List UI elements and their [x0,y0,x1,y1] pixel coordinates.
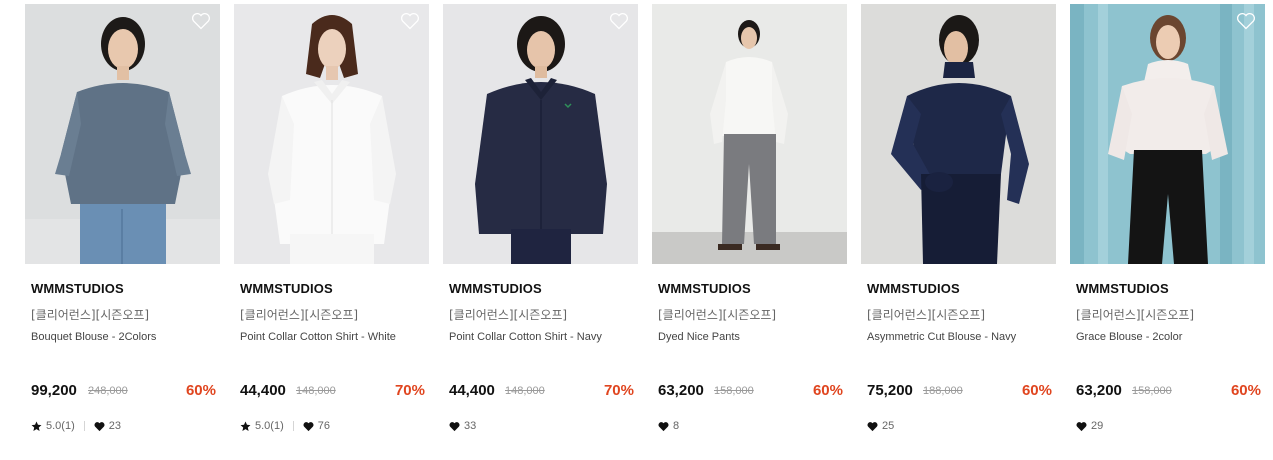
sale-price: 63,200 [658,382,704,399]
brand-name[interactable]: WMMSTUDIOS [31,281,124,296]
sale-price: 44,400 [240,382,286,399]
price-row: 44,400 148,000 70% [240,382,425,402]
original-price: 148,000 [505,385,545,397]
product-name[interactable]: Dyed Nice Pants [658,331,740,343]
likes-count: 33 [464,420,477,432]
brand-name[interactable]: WMMSTUDIOS [240,281,333,296]
rating-value: 5.0(1) [255,420,284,432]
brand-name[interactable]: WMMSTUDIOS [449,281,542,296]
original-price: 158,000 [714,385,754,397]
product-card[interactable]: WMMSTUDIOS [클리어런스][시즌오프] Asymmetric Cut … [861,4,1056,444]
sale-price: 63,200 [1076,382,1122,399]
price-row: 44,400 148,000 70% [449,382,634,402]
original-price: 188,000 [923,385,963,397]
product-tag: [클리어런스][시즌오프] [449,308,568,322]
product-meta: 25 [867,418,894,434]
product-card[interactable]: WMMSTUDIOS [클리어런스][시즌오프] Bouquet Blouse … [25,4,220,444]
sale-price: 44,400 [449,382,495,399]
product-grid: WMMSTUDIOS [클리어런스][시즌오프] Bouquet Blouse … [0,0,1273,460]
product-image[interactable] [25,4,220,264]
brand-name[interactable]: WMMSTUDIOS [658,281,751,296]
wishlist-heart-icon[interactable] [400,12,420,30]
discount-rate: 60% [1021,382,1052,399]
product-name[interactable]: Grace Blouse - 2color [1076,331,1182,343]
heart-icon [1076,421,1087,432]
divider [83,421,85,431]
star-icon [31,421,42,432]
product-meta: 8 [658,418,679,434]
original-price: 148,000 [296,385,336,397]
product-name[interactable]: Asymmetric Cut Blouse - Navy [867,331,1016,343]
discount-rate: 60% [812,382,843,399]
product-image[interactable] [234,4,429,264]
divider [292,421,294,431]
price-row: 63,200 158,000 60% [658,382,843,402]
discount-rate: 60% [1230,382,1261,399]
price-row: 99,200 248,000 60% [31,382,216,402]
product-tag: [클리어런스][시즌오프] [658,308,777,322]
heart-icon [449,421,460,432]
star-icon [240,421,251,432]
rating-value: 5.0(1) [46,420,75,432]
product-meta: 5.0(1) 23 [31,418,121,434]
brand-name[interactable]: WMMSTUDIOS [1076,281,1169,296]
product-meta: 5.0(1) 76 [240,418,330,434]
heart-icon [867,421,878,432]
price-row: 63,200 158,000 60% [1076,382,1261,402]
heart-icon [94,421,105,432]
product-name[interactable]: Point Collar Cotton Shirt - Navy [449,331,602,343]
product-tag: [클리어런스][시즌오프] [867,308,986,322]
product-card[interactable]: WMMSTUDIOS [클리어런스][시즌오프] Dyed Nice Pants… [652,4,847,444]
product-card[interactable]: WMMSTUDIOS [클리어런스][시즌오프] Point Collar Co… [234,4,429,444]
product-image[interactable] [652,4,847,264]
product-tag: [클리어런스][시즌오프] [31,308,150,322]
sale-price: 75,200 [867,382,913,399]
product-image[interactable] [443,4,638,264]
wishlist-heart-icon[interactable] [191,12,211,30]
heart-icon [303,421,314,432]
discount-rate: 60% [185,382,216,399]
product-image[interactable] [861,4,1056,264]
product-name[interactable]: Point Collar Cotton Shirt - White [240,331,396,343]
original-price: 248,000 [88,385,128,397]
product-card[interactable]: WMMSTUDIOS [클리어런스][시즌오프] Grace Blouse - … [1070,4,1265,444]
likes-count: 25 [882,420,895,432]
likes-count: 8 [673,420,680,432]
original-price: 158,000 [1132,385,1172,397]
heart-icon [658,421,669,432]
product-tag: [클리어런스][시즌오프] [240,308,359,322]
discount-rate: 70% [394,382,425,399]
brand-name[interactable]: WMMSTUDIOS [867,281,960,296]
sale-price: 99,200 [31,382,77,399]
likes-count: 76 [317,420,330,432]
product-card[interactable]: WMMSTUDIOS [클리어런스][시즌오프] Point Collar Co… [443,4,638,444]
likes-count: 29 [1091,420,1104,432]
likes-count: 23 [108,420,121,432]
product-meta: 33 [449,418,476,434]
discount-rate: 70% [603,382,634,399]
wishlist-heart-icon[interactable] [609,12,629,30]
product-tag: [클리어런스][시즌오프] [1076,308,1195,322]
product-name[interactable]: Bouquet Blouse - 2Colors [31,331,156,343]
wishlist-heart-icon[interactable] [1236,12,1256,30]
product-image[interactable] [1070,4,1265,264]
price-row: 75,200 188,000 60% [867,382,1052,402]
product-meta: 29 [1076,418,1103,434]
